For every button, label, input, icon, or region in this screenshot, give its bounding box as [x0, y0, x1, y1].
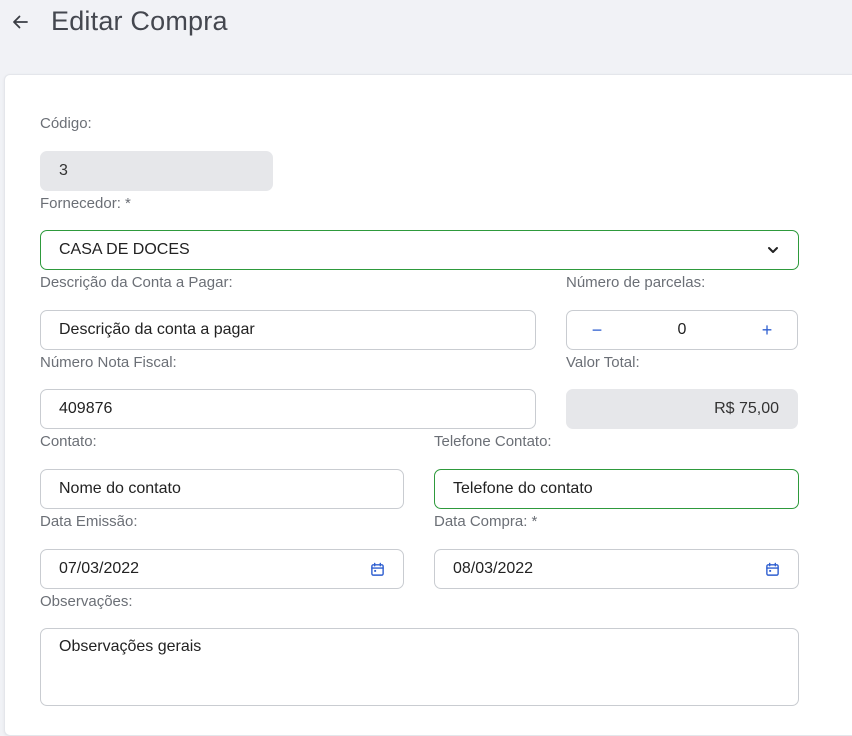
- data-compra-label: Data Compra: *: [434, 513, 538, 530]
- codigo-field: 3: [40, 151, 273, 191]
- contato-input[interactable]: Nome do contato: [40, 469, 404, 509]
- fornecedor-select[interactable]: CASA DE DOCES: [40, 230, 799, 270]
- codigo-value: 3: [59, 162, 68, 179]
- calendar-icon: [766, 562, 779, 576]
- back-button[interactable]: [8, 10, 32, 34]
- calendar-button[interactable]: [765, 562, 780, 577]
- calendar-icon: [371, 562, 384, 576]
- valor-total-field: R$ 75,00: [566, 389, 798, 429]
- nota-fiscal-input[interactable]: 409876: [40, 389, 536, 429]
- nota-fiscal-value: 409876: [59, 400, 113, 417]
- fornecedor-value: CASA DE DOCES: [59, 241, 190, 258]
- calendar-button[interactable]: [370, 562, 385, 577]
- chevron-down-icon: [768, 247, 778, 253]
- observacoes-value: Observações gerais: [59, 638, 202, 655]
- telefone-input[interactable]: Telefone do contato: [434, 469, 799, 509]
- fornecedor-label: Fornecedor: *: [40, 195, 131, 212]
- arrow-left-icon: [13, 15, 28, 29]
- data-emissao-value: 07/03/2022: [59, 560, 140, 577]
- nota-fiscal-label: Número Nota Fiscal:: [40, 354, 177, 371]
- telefone-value: Telefone do contato: [453, 480, 593, 497]
- page-header: Editar Compra: [0, 0, 852, 56]
- decrement-button[interactable]: −: [589, 320, 605, 341]
- descricao-value: Descrição da conta a pagar: [59, 321, 255, 338]
- valor-total-value: R$ 75,00: [714, 400, 779, 417]
- observacoes-label: Observações:: [40, 593, 133, 610]
- contato-label: Contato:: [40, 433, 97, 450]
- parcelas-stepper[interactable]: − 0 +: [566, 310, 798, 350]
- codigo-label: Código:: [40, 115, 92, 132]
- valor-total-label: Valor Total:: [566, 354, 640, 371]
- descricao-label: Descrição da Conta a Pagar:: [40, 274, 233, 291]
- page-title: Editar Compra: [51, 6, 228, 36]
- increment-button[interactable]: +: [759, 320, 775, 341]
- contato-value: Nome do contato: [59, 480, 181, 497]
- telefone-label: Telefone Contato:: [434, 433, 552, 450]
- parcelas-label: Número de parcelas:: [566, 274, 706, 291]
- observacoes-textarea[interactable]: Observações gerais: [40, 628, 799, 706]
- descricao-input[interactable]: Descrição da conta a pagar: [40, 310, 536, 350]
- parcelas-value: 0: [677, 321, 687, 338]
- data-compra-value: 08/03/2022: [453, 560, 534, 577]
- data-emissao-input[interactable]: 07/03/2022: [40, 549, 404, 589]
- data-compra-input[interactable]: 08/03/2022: [434, 549, 799, 589]
- data-emissao-label: Data Emissão:: [40, 513, 138, 530]
